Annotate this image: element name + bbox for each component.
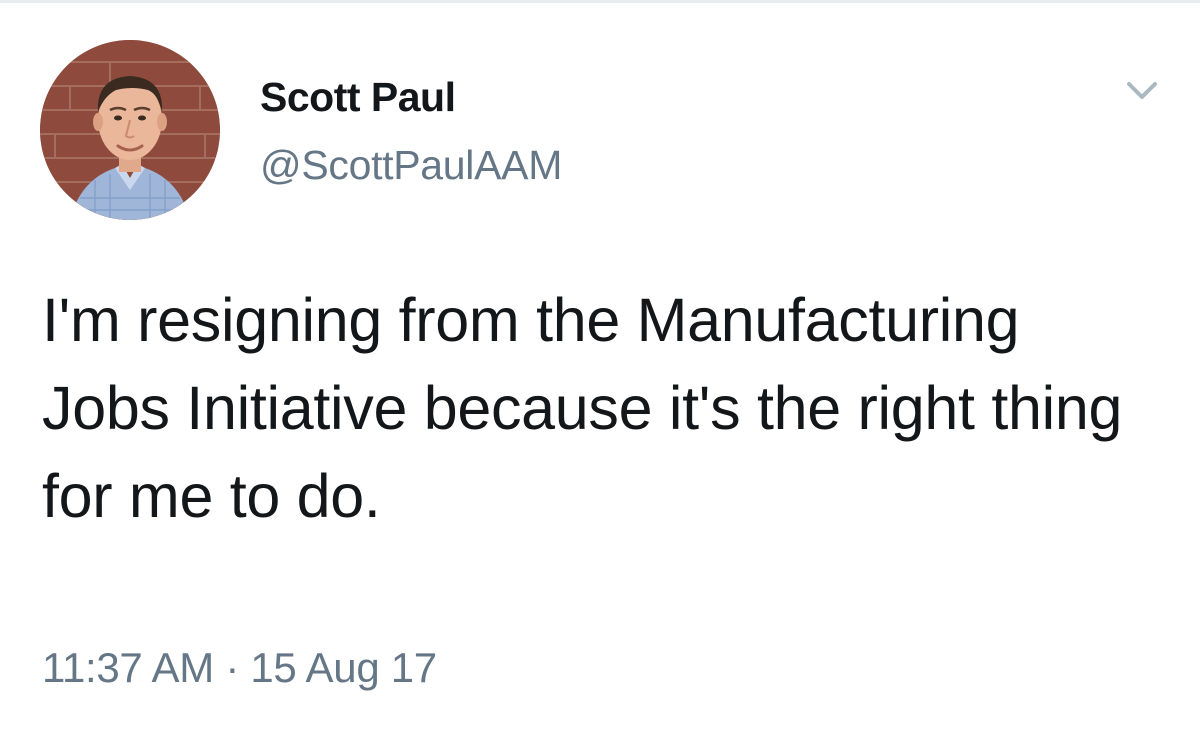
author-name[interactable]: Scott Paul: [260, 74, 456, 121]
tweet-timestamp[interactable]: 11:37 AM · 15 Aug 17: [42, 644, 437, 692]
author-handle[interactable]: @ScottPaulAAM: [260, 142, 562, 189]
chevron-down-icon[interactable]: [1122, 74, 1162, 108]
tweet-text: I'm resigning from the Manufacturing Job…: [42, 286, 1123, 530]
avatar[interactable]: [40, 40, 220, 220]
tweet-time: 11:37 AM: [42, 644, 214, 691]
timestamp-separator: ·: [225, 644, 239, 691]
tweet-date: 15 Aug 17: [250, 644, 437, 691]
tweet-card: Scott Paul @ScottPaulAAM I'm resigning f…: [0, 0, 1200, 738]
